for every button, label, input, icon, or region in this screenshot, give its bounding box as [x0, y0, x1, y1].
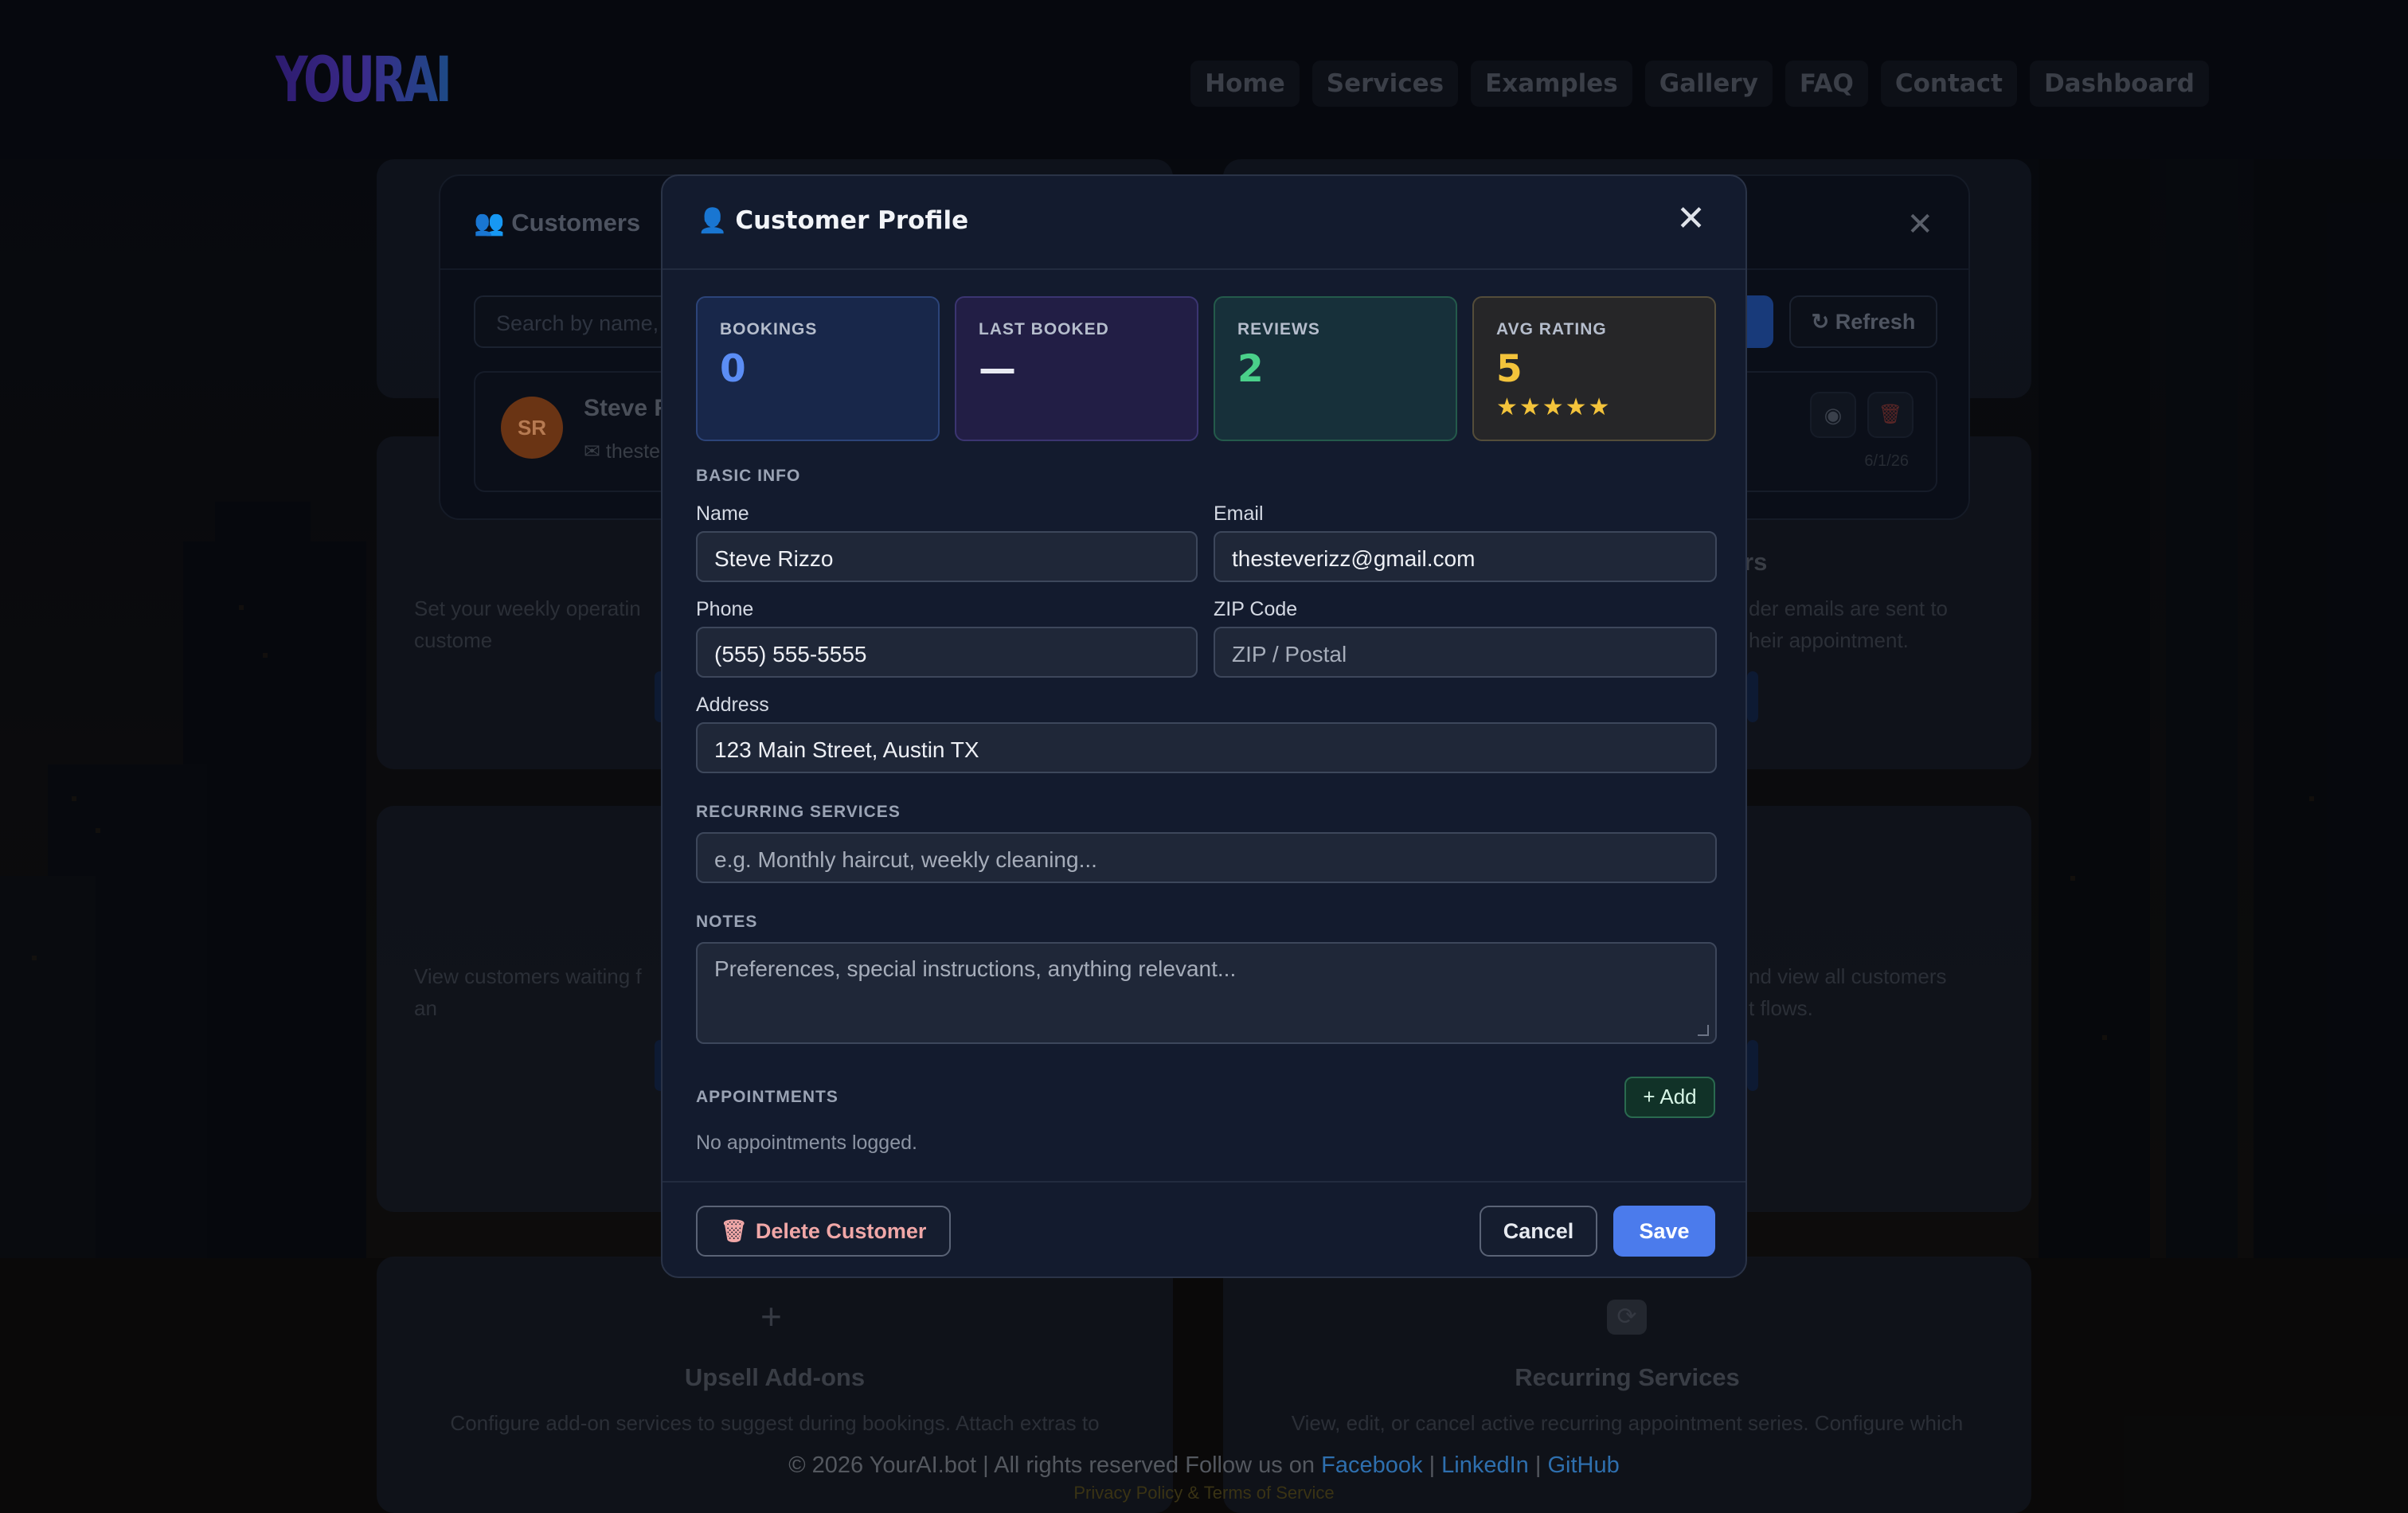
stat-value: 2 [1237, 347, 1264, 391]
nav-faq[interactable]: FAQ [1784, 61, 1868, 107]
delete-customer-button[interactable]: 🗑 Delete Customer [696, 1206, 951, 1257]
stat-card-last-booked: LAST BOOKED — [955, 296, 1198, 441]
stat-label: LAST BOOKED [979, 320, 1109, 338]
nav-contact[interactable]: Contact [1880, 61, 2017, 107]
stat-card-reviews: REVIEWS 2 [1214, 296, 1457, 441]
stat-label: REVIEWS [1237, 320, 1320, 338]
follow-text: Follow us on [1185, 1452, 1315, 1478]
add-appointment-button[interactable]: + Add [1624, 1077, 1715, 1118]
recurring-services-text: View, edit, or cancel active recurring a… [1291, 1411, 1964, 1435]
phone-label: Phone [696, 598, 754, 620]
bg-card-text: nd view all customers t flows. [1749, 964, 1947, 1020]
section-heading-recurring-services: RECURRING SERVICES [696, 803, 901, 821]
refresh-icon: ↻ [1811, 310, 1830, 334]
save-button[interactable]: Save [1613, 1206, 1715, 1257]
refresh-button[interactable]: ↻ Refresh [1789, 295, 1937, 348]
stat-value: 0 [720, 347, 746, 391]
section-heading-appointments: APPOINTMENTS [696, 1088, 838, 1106]
bg-card-text: Set your weekly operatin custome [414, 596, 641, 652]
user-icon: 👤 [698, 206, 728, 235]
recurring-services-input[interactable]: e.g. Monthly haircut, weekly cleaning... [696, 832, 1717, 883]
customer-email: ✉ theste [584, 440, 660, 463]
star-rating: ★★★★★ [1496, 394, 1612, 420]
view-button[interactable]: ◉ [1810, 392, 1856, 438]
plus-icon: + [760, 1296, 782, 1337]
github-link[interactable]: GitHub [1548, 1452, 1620, 1478]
refresh-label: Refresh [1835, 310, 1916, 334]
main-nav: Home Services Examples Gallery FAQ Conta… [1190, 61, 2209, 107]
customers-panel-label: Customers [511, 209, 641, 237]
stat-label: BOOKINGS [720, 320, 818, 338]
modal-footer-divider [663, 1181, 1745, 1183]
site-logo[interactable]: YOURAI [276, 45, 452, 116]
modal-header: 👤 Customer Profile ✕ [663, 176, 1745, 270]
stat-card-avg-rating: AVG RATING 5 ★★★★★ [1472, 296, 1716, 441]
delete-customer-label: Delete Customer [755, 1218, 927, 1243]
zip-label: ZIP Code [1214, 598, 1298, 620]
bg-card-title: rs [1744, 548, 1768, 576]
phone-input[interactable]: (555) 555-5555 [696, 627, 1198, 678]
stat-label: AVG RATING [1496, 320, 1607, 338]
email-label: Email [1214, 502, 1264, 525]
notes-placeholder: Preferences, special instructions, anyth… [714, 956, 1237, 981]
legal-links[interactable]: Privacy Policy & Terms of Service [0, 1483, 2408, 1503]
no-appointments-text: No appointments logged. [696, 1132, 917, 1154]
bg-card-button [1747, 671, 1758, 722]
address-input[interactable]: 123 Main Street, Austin TX [696, 722, 1717, 773]
nav-home[interactable]: Home [1190, 61, 1300, 107]
section-heading-basic-info: BASIC INFO [696, 467, 801, 485]
eye-icon: ◉ [1824, 403, 1843, 427]
name-label: Name [696, 502, 749, 525]
zip-input[interactable]: ZIP / Postal [1214, 627, 1717, 678]
modal-title: 👤 Customer Profile [698, 206, 968, 235]
users-icon: 👥 [474, 209, 505, 237]
nav-services[interactable]: Services [1312, 61, 1459, 107]
customer-profile-modal: 👤 Customer Profile ✕ BOOKINGS 0 LAST BOO… [661, 174, 1747, 1278]
recurring-services-title: Recurring Services [1515, 1363, 1740, 1391]
name-input[interactable]: Steve Rizzo [696, 531, 1198, 582]
close-icon[interactable]: ✕ [1676, 201, 1706, 237]
close-icon[interactable]: ✕ [1906, 206, 1933, 243]
cancel-button[interactable]: Cancel [1480, 1206, 1597, 1257]
upsell-addons-title: Upsell Add-ons [684, 1363, 866, 1391]
resize-handle[interactable] [1698, 1025, 1709, 1036]
customer-email-text: theste [605, 440, 661, 463]
section-heading-notes: NOTES [696, 913, 758, 931]
avatar: SR [501, 397, 563, 459]
bg-card-text: View customers waiting f an [414, 964, 642, 1020]
bg-card-text: der emails are sent to heir appointment. [1749, 596, 1949, 652]
address-label: Address [696, 694, 769, 716]
bg-card-button [1747, 1040, 1758, 1091]
nav-gallery[interactable]: Gallery [1644, 61, 1773, 107]
stat-card-bookings: BOOKINGS 0 [696, 296, 940, 441]
upsell-addons-text: Configure add-on services to suggest dur… [450, 1411, 1100, 1435]
footer-separator: | [1429, 1452, 1436, 1478]
delete-button[interactable]: 🗑 [1867, 392, 1914, 438]
nav-dashboard[interactable]: Dashboard [2029, 61, 2209, 107]
customer-date: 6/1/26 [1864, 452, 1909, 470]
customers-panel-title: 👥 Customers [474, 208, 640, 237]
notes-textarea[interactable]: Preferences, special instructions, anyth… [696, 942, 1717, 1044]
email-input[interactable]: thesteverizz@gmail.com [1214, 531, 1717, 582]
trash-icon: 🗑 [720, 1219, 748, 1243]
modal-title-text: Customer Profile [735, 206, 969, 235]
facebook-link[interactable]: Facebook [1321, 1452, 1422, 1478]
nav-examples[interactable]: Examples [1471, 61, 1632, 107]
stat-value: — [979, 347, 1016, 391]
stat-value: 5 [1496, 347, 1523, 391]
repeat-icon: ⟳ [1607, 1300, 1647, 1335]
mail-icon: ✉ [584, 440, 600, 463]
copyright-text: © 2026 YourAI.bot | All rights reserved [788, 1452, 1179, 1478]
trash-icon: 🗑 [1878, 404, 1903, 425]
page-footer: © 2026 YourAI.bot | All rights reserved … [0, 1452, 2408, 1479]
site-header: YOURAI Home Services Examples Gallery FA… [0, 0, 2408, 159]
footer-separator: | [1534, 1452, 1542, 1478]
customer-name: Steve R [584, 395, 672, 421]
linkedin-link[interactable]: LinkedIn [1441, 1452, 1529, 1478]
